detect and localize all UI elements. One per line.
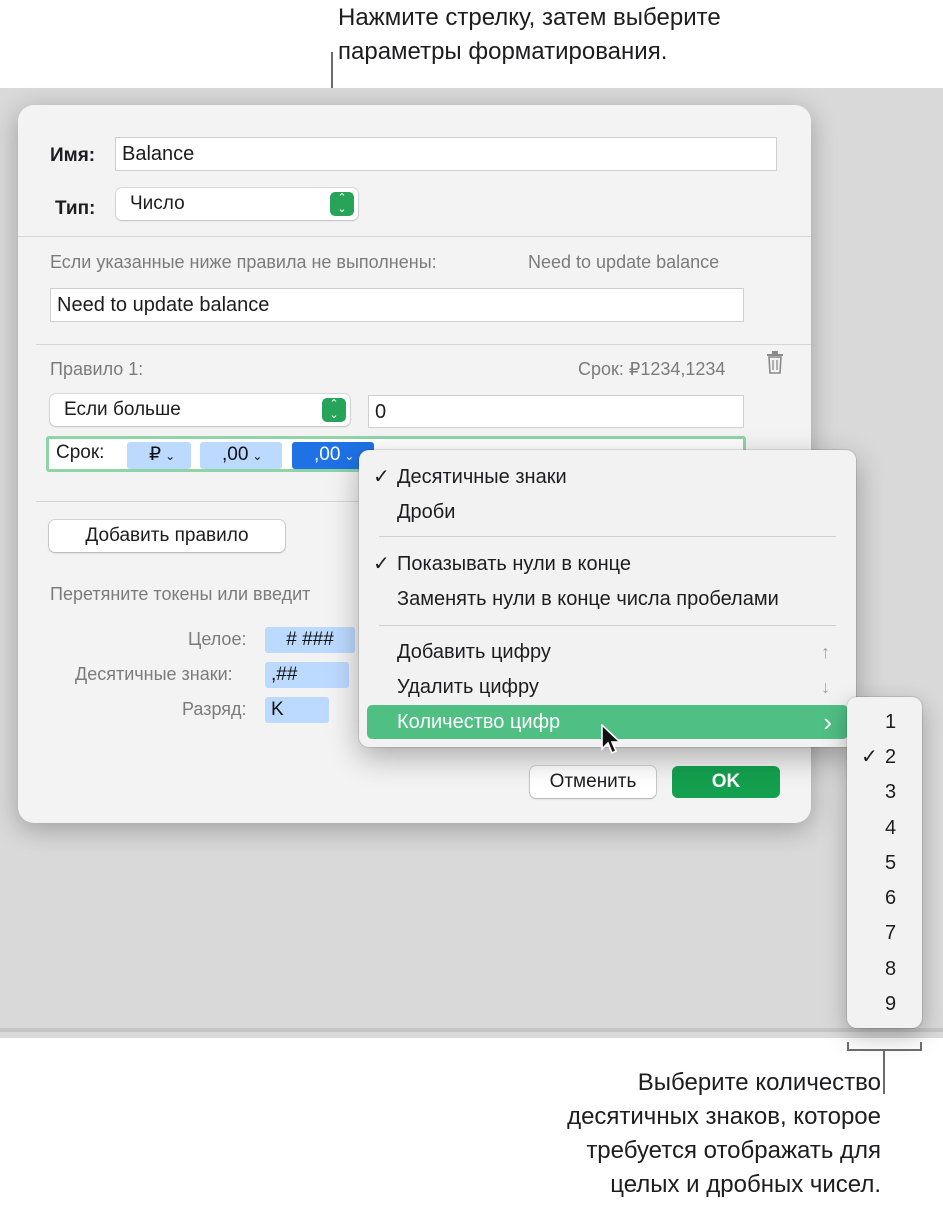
legend-integer-label: Целое: — [188, 629, 247, 649]
menu-item-label: Дроби — [397, 501, 456, 523]
submenu-item-label: 9 — [885, 993, 897, 1015]
submenu-item-label: 2 — [885, 746, 897, 768]
rule-condition-popup[interactable]: Если больше — [50, 394, 350, 426]
rule-condition-stepper-icon[interactable]: ⌃ ⌄ — [322, 398, 346, 422]
legend-scale-label: Разряд: — [182, 699, 247, 719]
legend-decimal-label: Десятичные знаки: — [75, 664, 233, 684]
name-field[interactable]: Balance — [115, 137, 777, 171]
callout-bottom-line-4: целых и дробных чисел. — [610, 1171, 881, 1198]
submenu-item[interactable]: 6 — [847, 881, 922, 916]
type-label: Тип: — [55, 198, 96, 219]
arrow-up-icon: ↑ — [821, 642, 830, 662]
menu-separator — [379, 625, 836, 626]
callout-top-line-2: параметры форматирования. — [338, 38, 668, 65]
callout-top: Нажмите стрелку, затем выберите параметр… — [338, 1, 898, 69]
submenu-item[interactable]: 5 — [847, 846, 922, 881]
fallback-label: Если указанные ниже правила не выполнены… — [50, 252, 437, 272]
decimal-token-label: ,00 — [314, 444, 341, 465]
type-popup-value: Число — [130, 193, 185, 214]
integer-token-label: ,00 — [222, 444, 249, 465]
menu-item-label: Количество цифр — [397, 711, 561, 733]
ok-button[interactable]: OK — [672, 766, 780, 798]
rule-label: Правило 1: — [50, 359, 144, 379]
menu-item-replace-zeros-spaces[interactable]: Заменять нули в конце числа пробелами — [359, 582, 856, 616]
type-popup-stepper-icon[interactable]: ⌃ ⌄ — [330, 192, 354, 216]
callout-bottom-bracket-right — [920, 1042, 922, 1051]
chevron-right-icon: › — [823, 707, 832, 737]
menu-item-label: Добавить цифру — [397, 641, 551, 663]
callout-bottom-line-3: требуется отображать для — [586, 1137, 881, 1164]
menu-item-label: Удалить цифру — [397, 676, 539, 698]
currency-token-label: ₽ — [149, 444, 162, 465]
app-window-edge — [0, 1028, 943, 1032]
name-label: Имя: — [50, 145, 96, 166]
checkmark-icon: ✓ — [861, 746, 878, 768]
submenu-item[interactable]: 4 — [847, 811, 922, 846]
submenu-item-label: 1 — [885, 711, 897, 733]
rule-preview: Срок: ₽1234,1234 — [578, 359, 726, 379]
add-rule-button[interactable]: Добавить правило — [49, 520, 285, 552]
rule-value-field[interactable]: 0 — [368, 395, 744, 428]
legend-decimal-token[interactable]: ,## — [265, 662, 349, 688]
menu-separator — [379, 536, 836, 537]
chevron-down-icon: ⌄ — [165, 449, 176, 463]
chevron-down-icon: ⌄ — [252, 449, 263, 463]
currency-token[interactable]: ₽ ⌄ — [127, 442, 191, 469]
trash-icon[interactable] — [766, 351, 784, 375]
divider-1 — [18, 236, 811, 237]
menu-item-fractions[interactable]: Дроби — [359, 495, 856, 529]
drag-hint: Перетяните токены или введит — [50, 584, 311, 604]
legend-integer-token[interactable]: # ### — [265, 627, 355, 653]
divider-2 — [36, 344, 811, 345]
submenu-item[interactable]: 9 — [847, 987, 922, 1022]
chevron-down-icon: ⌄ — [344, 449, 355, 463]
arrow-down-icon: ↓ — [821, 677, 830, 697]
menu-item-label: Показывать нули в конце — [397, 553, 632, 575]
checkmark-icon: ✓ — [373, 553, 390, 575]
submenu-item[interactable]: 8 — [847, 952, 922, 987]
callout-top-line-1: Нажмите стрелку, затем выберите — [338, 4, 721, 31]
integer-token[interactable]: ,00 ⌄ — [200, 442, 282, 469]
menu-item-add-digit[interactable]: Добавить цифру ↑ — [359, 635, 856, 669]
decimal-format-menu: ✓ Десятичные знаки Дроби ✓ Показывать ну… — [359, 450, 856, 747]
menu-item-remove-digit[interactable]: Удалить цифру ↓ — [359, 670, 856, 704]
submenu-item[interactable]: 1 — [847, 705, 922, 740]
callout-bottom-line-2: десятичных знаков, которое — [567, 1103, 881, 1130]
submenu-item-label: 7 — [885, 922, 897, 944]
submenu-item-label: 3 — [885, 781, 897, 803]
submenu-item-label: 8 — [885, 958, 897, 980]
submenu-item[interactable]: 7 — [847, 916, 922, 951]
format-label: Срок: — [56, 442, 105, 463]
legend-scale-token[interactable]: K — [265, 697, 329, 723]
submenu-item-label: 4 — [885, 817, 897, 839]
callout-bottom-leader — [883, 1050, 885, 1094]
digit-count-submenu: 1 ✓ 2 3 4 5 6 7 8 9 — [847, 697, 922, 1028]
callout-bottom-line-1: Выберите количество — [637, 1069, 881, 1096]
submenu-item[interactable]: 3 — [847, 775, 922, 810]
callout-bottom-bracket-left — [847, 1042, 849, 1051]
checkmark-icon: ✓ — [373, 466, 390, 488]
submenu-item-label: 5 — [885, 852, 897, 874]
submenu-item-label: 6 — [885, 887, 897, 909]
callout-bottom: Выберите количество десятичных знаков, к… — [461, 1066, 881, 1202]
menu-item-decimals[interactable]: ✓ Десятичные знаки — [359, 460, 856, 494]
menu-item-label: Заменять нули в конце числа пробелами — [397, 588, 779, 610]
fallback-preview: Need to update balance — [528, 252, 720, 272]
mouse-pointer-icon — [600, 723, 623, 761]
cancel-button[interactable]: Отменить — [530, 766, 656, 798]
type-popup[interactable]: Число — [116, 188, 358, 220]
submenu-item[interactable]: ✓ 2 — [847, 740, 922, 775]
rule-condition-value: Если больше — [64, 399, 181, 420]
menu-item-label: Десятичные знаки — [397, 466, 567, 488]
menu-item-show-trailing-zeros[interactable]: ✓ Показывать нули в конце — [359, 547, 856, 581]
fallback-field[interactable]: Need to update balance — [50, 288, 744, 322]
